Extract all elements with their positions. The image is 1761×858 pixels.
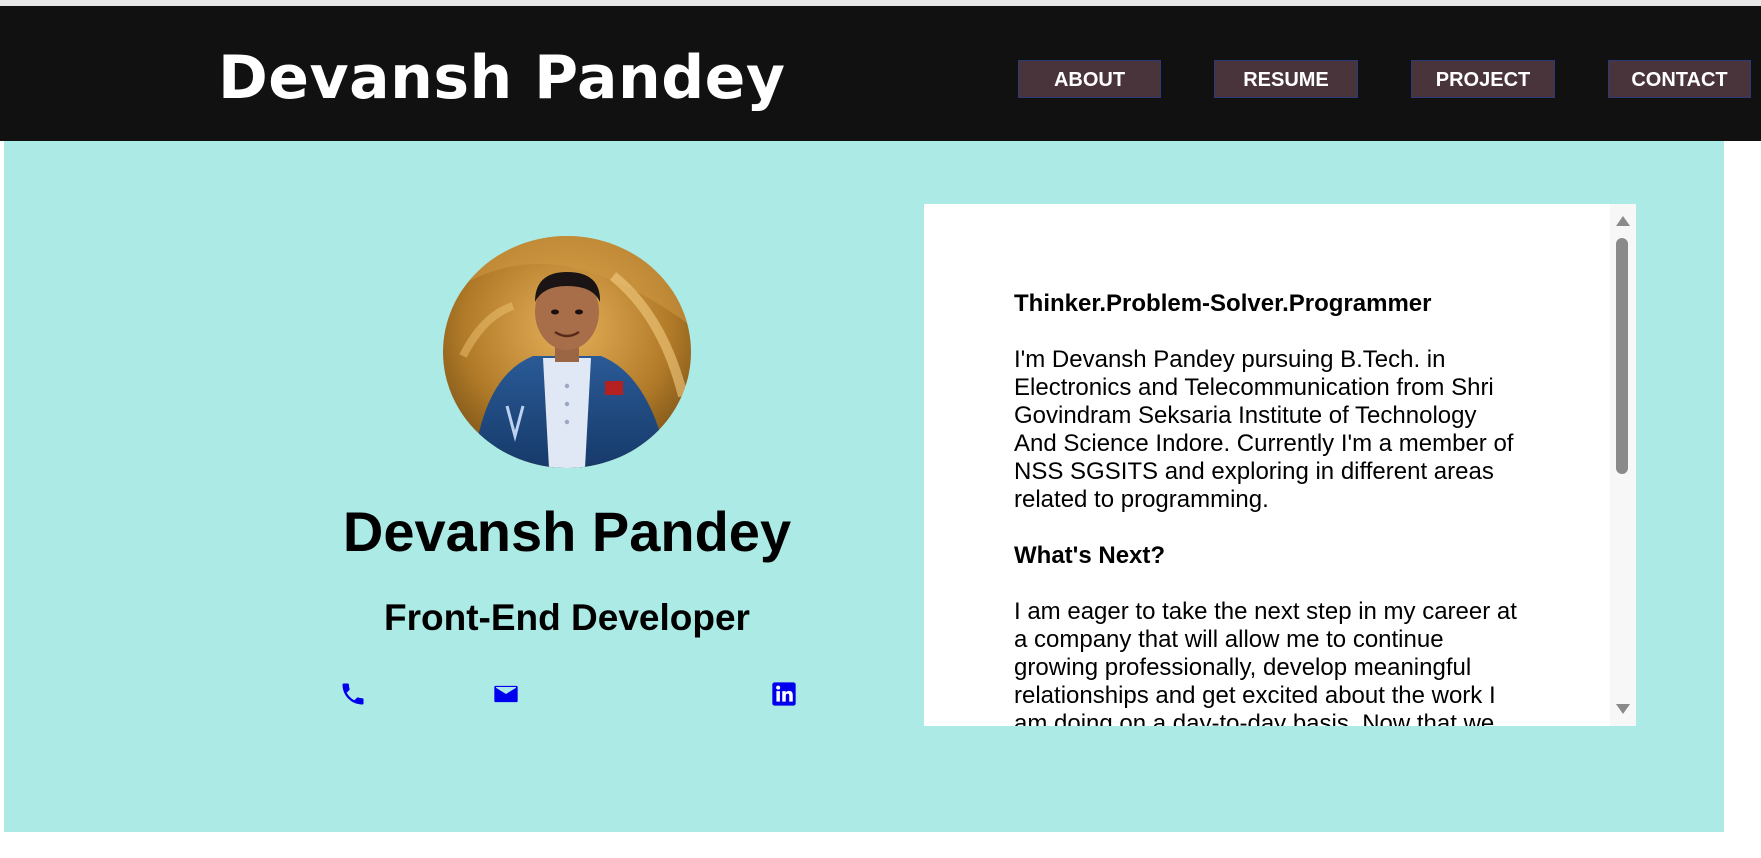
about-panel[interactable]: Thinker.Problem-Solver.Programmer I'm De… (924, 204, 1636, 726)
scroll-up-arrow-icon[interactable] (1616, 216, 1630, 226)
linkedin-icon[interactable] (770, 680, 798, 708)
whats-next-text: I am eager to take the next step in my c… (1014, 598, 1517, 726)
nav-about-button[interactable]: ABOUT (1018, 60, 1161, 98)
profile-photo (443, 236, 691, 468)
about-intro: I'm Devansh Pandey pursuing B.Tech. in E… (1014, 346, 1514, 513)
site-header: Devansh Pandey ABOUT RESUME PROJECT CONT… (0, 6, 1761, 141)
email-icon[interactable] (492, 680, 520, 708)
brand-title: Devansh Pandey (218, 43, 786, 113)
about-content: Thinker.Problem-Solver.Programmer I'm De… (1014, 290, 1524, 726)
hero-section: Devansh Pandey Front-End Developer Think… (4, 141, 1724, 832)
about-tagline: Thinker.Problem-Solver.Programmer (1014, 290, 1432, 317)
scrollbar-thumb[interactable] (1616, 238, 1628, 474)
about-scrollbar[interactable] (1610, 204, 1636, 726)
phone-icon[interactable] (339, 680, 367, 708)
scroll-down-arrow-icon[interactable] (1616, 704, 1630, 714)
nav-contact-button[interactable]: CONTACT (1608, 60, 1751, 98)
nav-resume-button[interactable]: RESUME (1214, 60, 1358, 98)
whats-next-heading: What's Next? (1014, 542, 1166, 569)
nav-project-button[interactable]: PROJECT (1411, 60, 1555, 98)
